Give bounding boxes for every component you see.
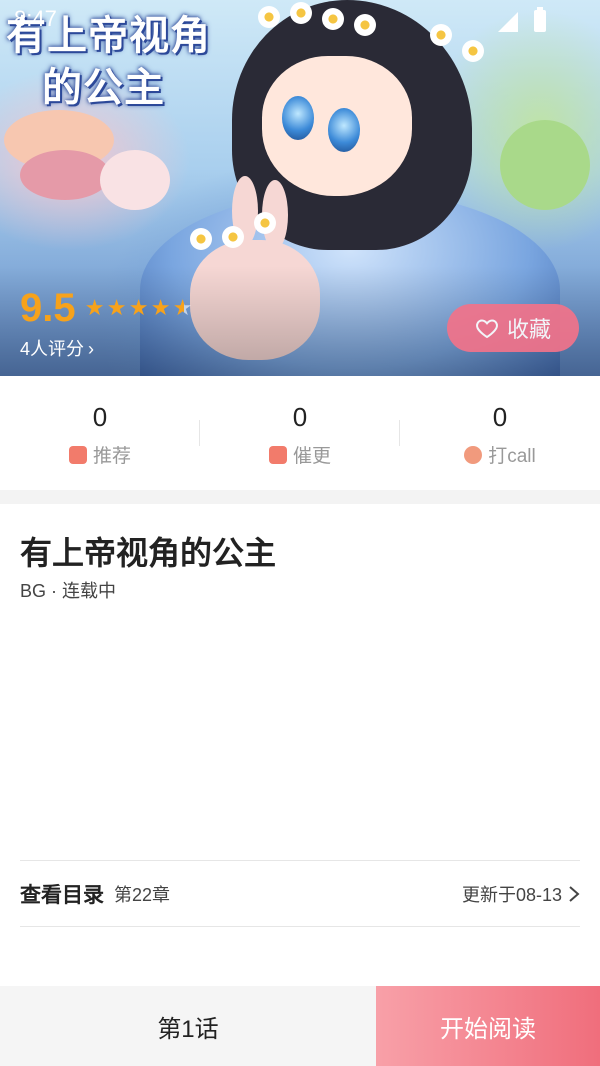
right-eye bbox=[328, 108, 360, 152]
star-icon: ★ bbox=[84, 296, 105, 321]
rating-stars: ★ ★ ★ ★ ★ bbox=[85, 296, 195, 321]
star-icon: ★ bbox=[150, 296, 171, 321]
stat-label: 推荐 bbox=[92, 446, 131, 467]
stat-value: 0 bbox=[492, 402, 508, 432]
chevron-right-icon: › bbox=[88, 339, 95, 359]
flower-crown bbox=[430, 24, 452, 46]
stats-row: 0 推荐 0 催更 0 打call bbox=[0, 376, 600, 490]
left-eye bbox=[282, 96, 314, 140]
macaron bbox=[20, 150, 110, 200]
flower-crown bbox=[258, 6, 280, 28]
cover-image: 有上帝视角 的公主 8:47 9.5 ★ ★ ★ ★ ★ 4人评分 › 收藏 bbox=[0, 0, 600, 376]
apple bbox=[500, 120, 590, 210]
toc-label: 查看目录 bbox=[20, 883, 104, 907]
table-of-contents-row[interactable]: 查看目录 第22章 更新于08-13 bbox=[20, 861, 580, 926]
comic-title: 有上帝视角的公主 bbox=[20, 535, 277, 571]
stat-call[interactable]: 0 打call bbox=[400, 376, 600, 490]
flower-crown bbox=[290, 2, 312, 24]
section-gap bbox=[0, 490, 600, 504]
rating-score: 9.5 bbox=[20, 286, 76, 330]
call-icon bbox=[464, 445, 483, 464]
favorite-label: 收藏 bbox=[506, 317, 551, 342]
chevron-right-icon bbox=[569, 885, 580, 902]
urge-update-icon bbox=[268, 445, 287, 464]
star-icon: ★ bbox=[106, 296, 127, 321]
stat-value: 0 bbox=[92, 402, 108, 432]
start-reading-button[interactable]: 开始阅读 bbox=[376, 986, 600, 1066]
flower-crown bbox=[322, 8, 344, 30]
toc-chapter: 第22章 bbox=[114, 884, 171, 905]
stat-label: 打call bbox=[488, 446, 536, 467]
battery-icon bbox=[534, 7, 546, 32]
status-time: 8:47 bbox=[14, 6, 57, 31]
flower bbox=[190, 228, 212, 250]
heart-outline-icon bbox=[476, 319, 498, 339]
recommend-icon bbox=[68, 445, 87, 464]
cover-title-line2: 的公主 bbox=[42, 64, 165, 111]
divider bbox=[20, 926, 580, 927]
flower bbox=[254, 212, 276, 234]
favorite-button[interactable]: 收藏 bbox=[447, 304, 579, 352]
stat-label: 催更 bbox=[292, 446, 331, 467]
flower-crown bbox=[354, 14, 376, 36]
cake bbox=[100, 150, 170, 210]
stat-recommend[interactable]: 0 推荐 bbox=[0, 376, 200, 490]
signal-icon bbox=[498, 12, 518, 32]
rating-count-link[interactable]: 4人评分 › bbox=[20, 335, 195, 361]
star-icon: ★ bbox=[128, 296, 149, 321]
flower-crown bbox=[462, 40, 484, 62]
bottom-action-bar: 第1话 开始阅读 bbox=[0, 986, 600, 1066]
comic-meta: BG · 连载中 bbox=[20, 581, 117, 601]
flower bbox=[222, 226, 244, 248]
stat-urge-update[interactable]: 0 催更 bbox=[200, 376, 400, 490]
rating-block: 9.5 ★ ★ ★ ★ ★ 4人评分 › bbox=[20, 286, 195, 361]
stat-value: 0 bbox=[292, 402, 308, 432]
half-star-icon: ★ bbox=[173, 296, 195, 321]
toc-updated: 更新于08-13 bbox=[461, 884, 562, 905]
episode-button[interactable]: 第1话 bbox=[0, 986, 376, 1066]
rating-count: 4人评分 bbox=[20, 339, 85, 359]
